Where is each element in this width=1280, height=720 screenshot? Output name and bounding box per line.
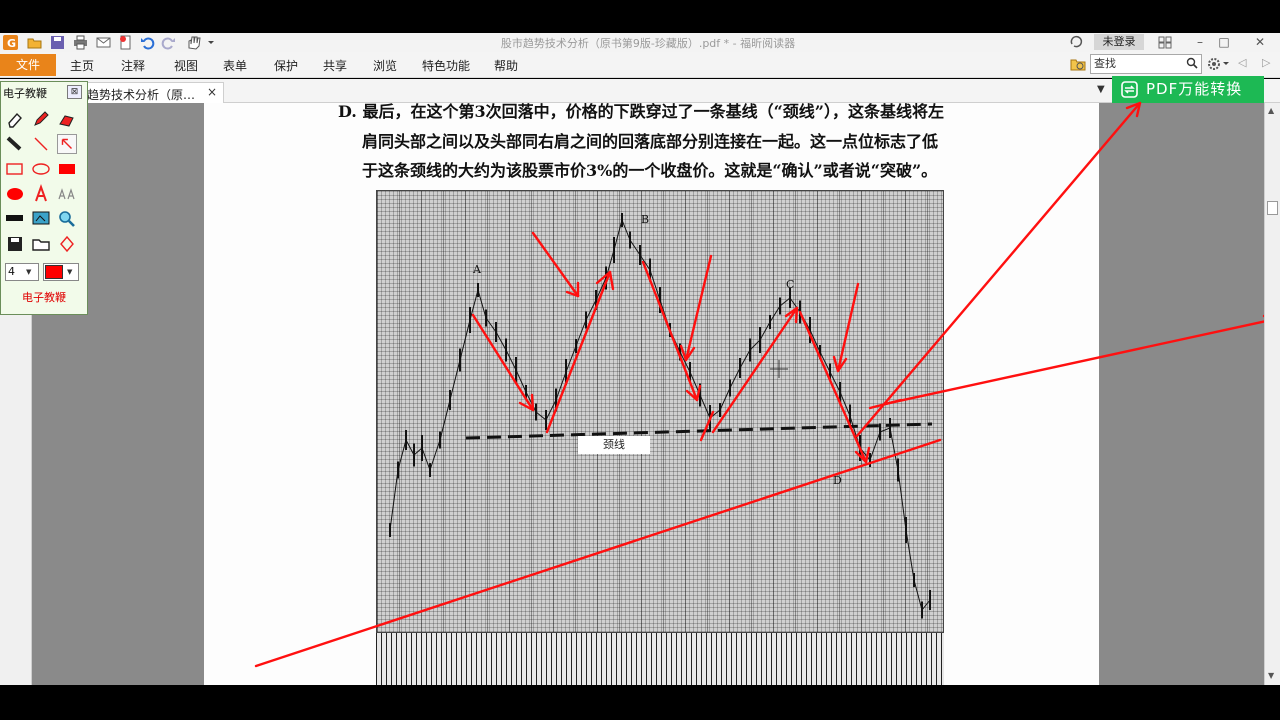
- tab-document[interactable]: 趋势技术分析（原… ×: [74, 82, 224, 103]
- filled-ellipse-icon[interactable]: [5, 184, 25, 204]
- folder-search-icon[interactable]: [1070, 56, 1086, 72]
- palette-close-icon[interactable]: ⊠: [67, 85, 82, 99]
- eraser-icon[interactable]: [5, 109, 25, 129]
- nav-back-icon[interactable]: ◁: [1238, 56, 1246, 69]
- open-icon[interactable]: [31, 234, 51, 254]
- palette-title: 电子教鞭: [3, 87, 47, 100]
- menu-help[interactable]: 帮助: [494, 57, 518, 74]
- chevron-down-icon[interactable]: ▼: [26, 268, 31, 276]
- restore-icon[interactable]: [1069, 35, 1083, 49]
- app-logo-icon[interactable]: G: [3, 35, 18, 50]
- new-doc-icon[interactable]: [118, 35, 133, 50]
- nav-forward-icon[interactable]: ▷: [1262, 56, 1270, 69]
- menu-form[interactable]: 表单: [223, 57, 247, 74]
- maximize-icon[interactable]: □: [1214, 33, 1234, 51]
- magnifier-icon[interactable]: [57, 209, 77, 229]
- scroll-up-icon[interactable]: ▲: [1268, 106, 1274, 115]
- settings-gear-icon[interactable]: [1206, 56, 1232, 72]
- hand-tool-icon[interactable]: [186, 35, 218, 50]
- pdf-convert-button[interactable]: PDF万能转换: [1112, 76, 1264, 103]
- arrow-icon[interactable]: [57, 134, 77, 154]
- svg-text:G: G: [7, 37, 16, 50]
- save-icon[interactable]: [50, 35, 65, 50]
- chevron-down-icon[interactable]: ▼: [67, 268, 72, 276]
- layout-icon[interactable]: [1158, 36, 1172, 49]
- redo-icon[interactable]: [161, 35, 176, 50]
- line-icon[interactable]: [31, 134, 51, 154]
- doc-text-line: 于这条颈线的大约为该股票市价3%的一个收盘价。这就是“确认”或者说“突破”。: [362, 161, 938, 180]
- menu-browse[interactable]: 浏览: [373, 57, 397, 74]
- pointer-tool-palette[interactable]: 电子教鞭 ⊠ 4 ▼ ▼ 电子教鞭: [0, 81, 88, 315]
- crosshair-cursor-icon: [770, 360, 788, 378]
- chart-image: [376, 190, 944, 685]
- ellipse-icon[interactable]: [31, 159, 51, 179]
- close-icon[interactable]: ✕: [1250, 33, 1270, 51]
- font-size-icon[interactable]: [57, 184, 77, 204]
- undo-icon[interactable]: [140, 35, 155, 50]
- doc-text-line: 肩同头部之间以及头部同右肩之间的回落底部分别连接在一起。这一点位标志了低: [362, 132, 939, 151]
- pen-icon[interactable]: [31, 109, 51, 129]
- stroke-width-select[interactable]: 4: [5, 263, 39, 281]
- save-icon[interactable]: [5, 234, 25, 254]
- scroll-thumb[interactable]: [1267, 201, 1278, 215]
- menu-bar: 文件 主页 注释 视图 表单 保护 共享 浏览 特色功能 帮助 查找 ◁ ▷: [0, 52, 1280, 78]
- tab-dropdown-icon[interactable]: ▼: [1097, 84, 1105, 95]
- convert-icon: [1121, 81, 1138, 98]
- menu-comment[interactable]: 注释: [121, 57, 145, 74]
- menu-file[interactable]: 文件: [0, 54, 56, 76]
- neckline-label: 颈线: [578, 436, 650, 454]
- menu-home[interactable]: 主页: [70, 57, 94, 74]
- vertical-scrollbar[interactable]: ▲ ▼: [1264, 103, 1280, 685]
- menu-features[interactable]: 特色功能: [422, 57, 470, 74]
- text-icon[interactable]: [31, 184, 51, 204]
- color-swatch[interactable]: [45, 265, 63, 279]
- rectangle-icon[interactable]: [5, 159, 25, 179]
- window-title: 股市趋势技术分析（原书第9版-珍藏版）.pdf * - 福昕阅读器: [500, 37, 796, 50]
- doc-text-line: D. 最后，在这个第3次回落中，价格的下跌穿过了一条基线（“颈线”），这条基线将…: [338, 102, 944, 121]
- highlighter-icon[interactable]: [57, 109, 77, 129]
- black-bar-icon[interactable]: [5, 209, 25, 229]
- title-bar: G 股市趋势技术分析（原书第9版-珍藏版）.pdf * - 福昕阅读器 未登录 …: [0, 33, 1280, 52]
- search-icon[interactable]: [1186, 57, 1198, 69]
- palette-footer-label: 电子教鞭: [22, 291, 66, 304]
- screen-icon[interactable]: [31, 209, 51, 229]
- tab-close-icon[interactable]: ×: [207, 85, 217, 99]
- volume-bars-image: [376, 632, 944, 685]
- tab-label: 趋势技术分析（原…: [87, 88, 196, 102]
- filled-rectangle-icon[interactable]: [57, 159, 77, 179]
- screen: G 股市趋势技术分析（原书第9版-珍藏版）.pdf * - 福昕阅读器 未登录 …: [0, 0, 1280, 720]
- scroll-down-icon[interactable]: ▼: [1268, 671, 1274, 680]
- login-button[interactable]: 未登录: [1094, 34, 1144, 50]
- menu-share[interactable]: 共享: [323, 57, 347, 74]
- open-folder-icon[interactable]: [27, 35, 42, 50]
- clear-icon[interactable]: [57, 234, 77, 254]
- menu-view[interactable]: 视图: [174, 57, 198, 74]
- marker-icon[interactable]: [5, 134, 25, 154]
- pdf-convert-label: PDF万能转换: [1146, 80, 1243, 98]
- menu-protect[interactable]: 保护: [274, 57, 298, 74]
- screen-bottom-border: [0, 685, 1280, 720]
- minimize-icon[interactable]: –: [1190, 33, 1210, 51]
- email-icon[interactable]: [96, 35, 111, 50]
- print-icon[interactable]: [73, 35, 88, 50]
